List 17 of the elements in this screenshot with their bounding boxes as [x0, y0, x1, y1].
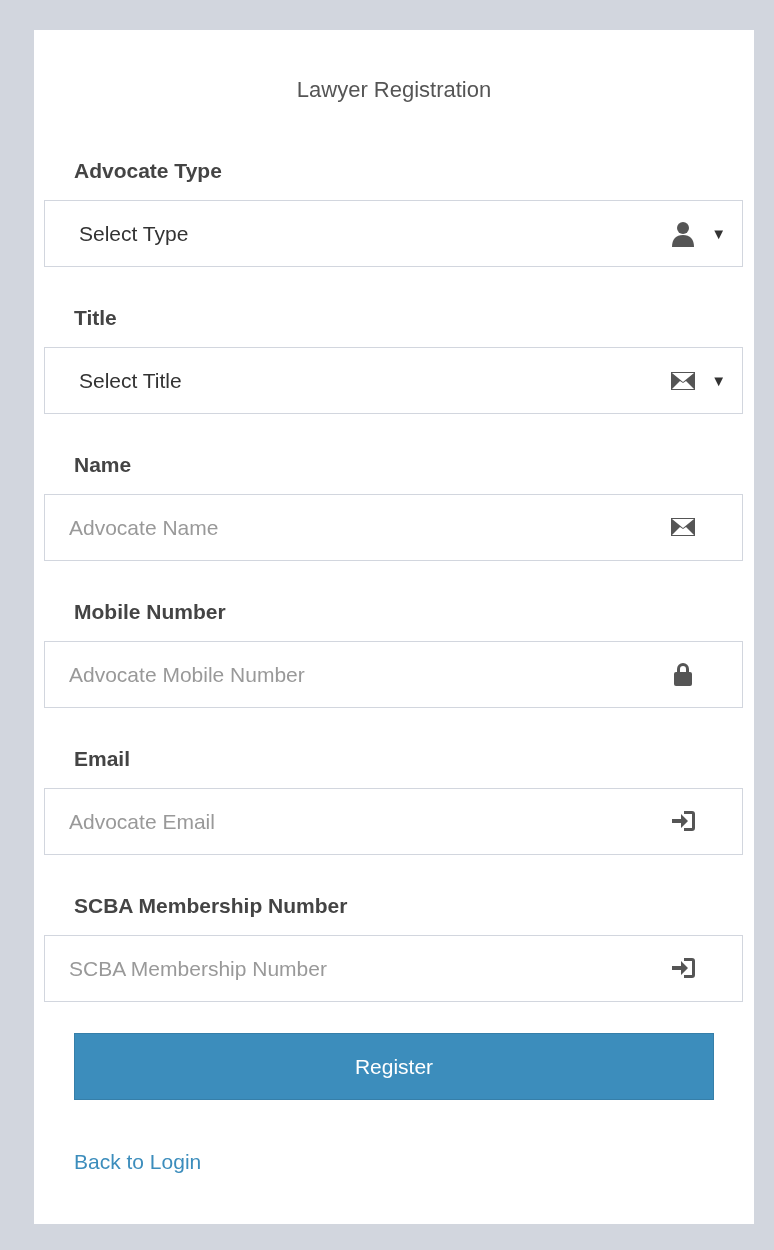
field-label: SCBA Membership Number — [74, 894, 348, 918]
input-field[interactable]: Advocate Mobile Number — [44, 641, 743, 708]
select-field[interactable]: Select Type ▼ — [44, 200, 743, 267]
back-to-login-link[interactable]: Back to Login — [74, 1150, 202, 1174]
select-field[interactable]: Select Title ▼ — [44, 347, 743, 414]
field-label: Name — [74, 453, 132, 477]
caret-icon: ▼ — [711, 372, 726, 389]
register-button[interactable]: Register — [74, 1033, 714, 1100]
input-field[interactable]: Advocate Name — [44, 494, 743, 561]
field-label: Email — [74, 747, 131, 771]
form-title: Lawyer Registration — [296, 78, 492, 102]
field-label: Title — [74, 306, 117, 330]
field-label: Advocate Type — [74, 159, 222, 183]
input-field[interactable]: SCBA Membership Number — [44, 935, 743, 1002]
input-field[interactable]: Advocate Email — [44, 788, 743, 855]
caret-icon: ▼ — [711, 225, 726, 242]
field-label: Mobile Number — [74, 600, 226, 624]
